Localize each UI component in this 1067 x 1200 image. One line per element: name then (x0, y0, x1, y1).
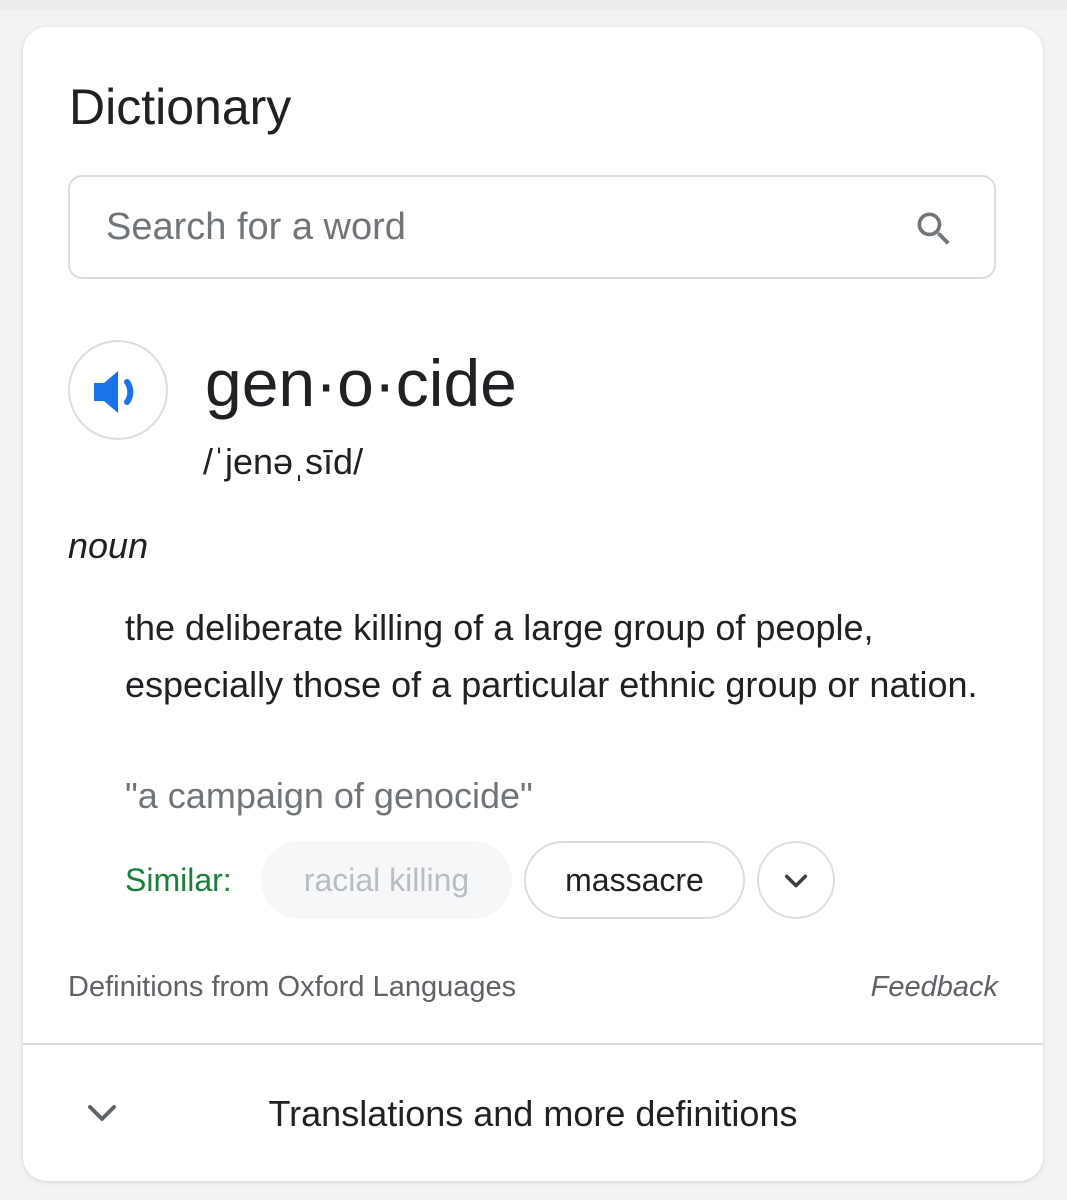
speaker-icon (94, 371, 134, 413)
card-title: Dictionary (69, 79, 292, 135)
translations-expander[interactable]: Translations and more definitions (23, 1045, 1043, 1181)
pronunciation: /ˈjenəˌsīd/ (203, 441, 364, 482)
usage-example: "a campaign of genocide" (125, 775, 533, 816)
similar-chip-racial-killing: racial killing (261, 841, 512, 919)
show-more-similar-button[interactable] (757, 841, 835, 919)
source-attribution: Definitions from Oxford Languages (68, 971, 517, 1003)
part-of-speech: noun (68, 525, 149, 566)
pronounce-button[interactable] (68, 340, 168, 440)
similar-chip-massacre[interactable]: massacre (524, 841, 745, 919)
translations-label: Translations and more definitions (268, 1093, 798, 1134)
dictionary-card: Dictionary gen·o·cide /ˈjenəˌsīd/ noun t… (23, 27, 1043, 1181)
definition-text: the deliberate killing of a large group … (125, 607, 978, 705)
search-icon[interactable] (912, 207, 956, 251)
similar-label: Similar: (125, 862, 232, 898)
search-box[interactable] (68, 175, 996, 279)
headword: gen·o·cide (205, 346, 517, 420)
chevron-down-icon (784, 874, 808, 888)
search-input[interactable] (106, 177, 886, 277)
feedback-link[interactable]: Feedback (871, 967, 998, 1007)
top-strip (0, 0, 1067, 10)
